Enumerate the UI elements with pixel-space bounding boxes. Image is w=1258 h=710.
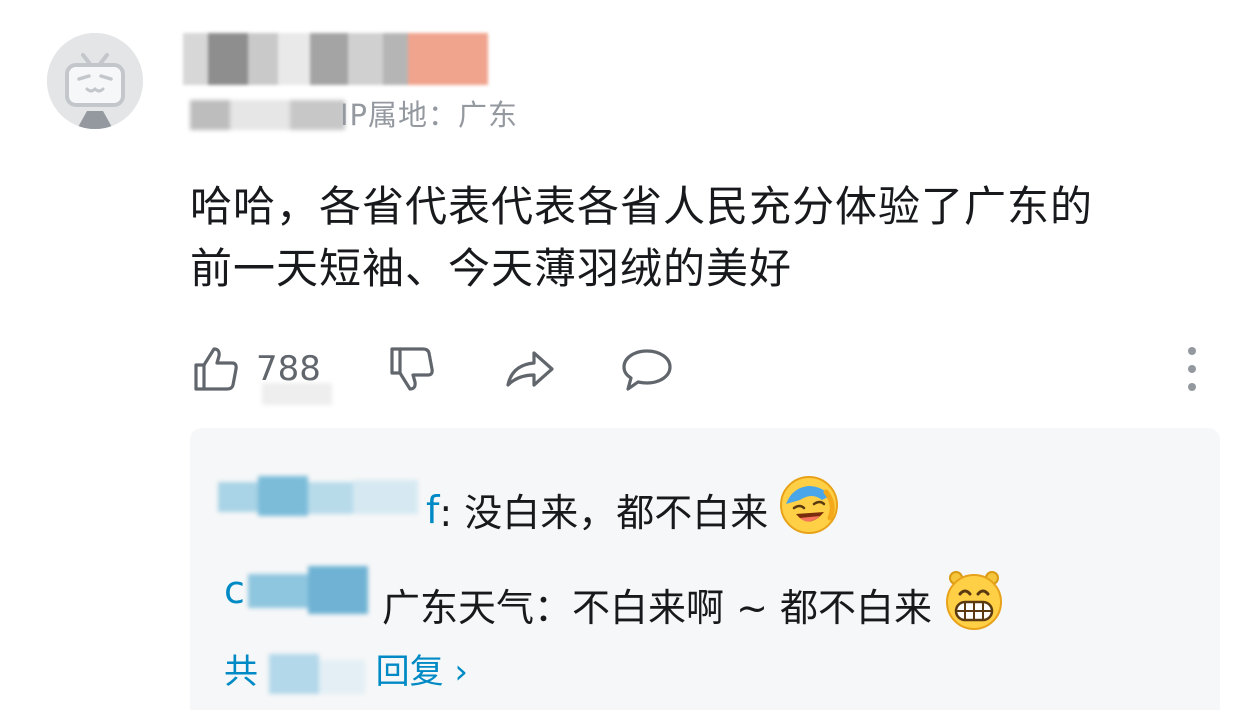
reply-count-mosaic [268, 653, 365, 694]
view-more-replies-link[interactable]: 共 回复 › [224, 644, 468, 694]
thumbs-down-icon [390, 347, 434, 391]
reply-text: ：不白来啊 ~ 都不白来 [534, 586, 933, 630]
share-arrow-icon [506, 351, 554, 387]
grinning-emoji-icon [942, 568, 1006, 641]
sub-replies: f : 没白来，都不白来 c 广东天气 ：不白来啊 ~ 都不白来 共 回复 › [190, 428, 1220, 710]
share-button[interactable] [502, 343, 556, 395]
bilibili-tv-avatar-icon [47, 33, 143, 129]
vertical-dots-icon [1188, 347, 1196, 391]
reply-item: c [224, 568, 245, 612]
username-mosaic[interactable] [183, 33, 488, 85]
reply-item: f : 没白来，都不白来 [426, 474, 840, 545]
comment-actions: 788 [190, 343, 1220, 395]
reply-text: : 没白来，都不白来 [439, 491, 769, 535]
timestamp-mosaic [190, 96, 345, 132]
reply-user[interactable]: f [426, 488, 439, 532]
ip-location: IP属地：广东 [340, 98, 519, 132]
comment-text: 哈哈，各省代表代表各省人民充分体验了广东的 前一天短袖、今天薄羽绒的美好 [190, 182, 1094, 293]
speech-bubble-icon [622, 349, 672, 391]
more-replies-label: 回复 › [375, 652, 469, 692]
more-replies-prefix: 共 [224, 652, 258, 692]
count-mosaic [262, 383, 332, 405]
reply-button[interactable] [620, 343, 674, 395]
more-button[interactable] [1184, 343, 1200, 395]
thumbs-up-icon [194, 347, 238, 391]
avatar[interactable] [47, 33, 143, 129]
reply-item: 广东天气 ：不白来啊 ~ 都不白来 [382, 568, 1006, 641]
dislike-button[interactable] [386, 343, 438, 395]
laughing-tears-emoji-icon [778, 474, 840, 545]
reply-user[interactable]: 广东天气 [382, 577, 534, 632]
reply-user-mosaic[interactable] [248, 566, 368, 614]
reply-user-prefix[interactable]: c [224, 568, 245, 612]
reply-user-mosaic[interactable] [218, 476, 418, 516]
